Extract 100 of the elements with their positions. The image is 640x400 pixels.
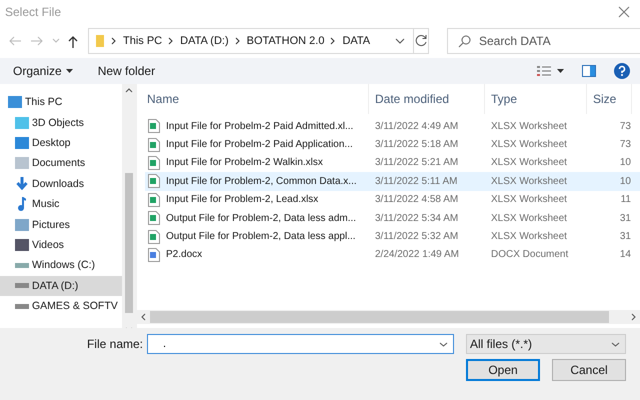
help-icon[interactable]: [614, 63, 630, 79]
view-list-icon[interactable]: [537, 65, 551, 77]
up-arrow-icon[interactable]: [68, 34, 78, 48]
date-cell-text: 3/11/2022 5:11 AM: [374, 176, 458, 187]
sidebar-item[interactable]: Downloads: [0, 174, 122, 194]
column-header[interactable]: Name: [145, 84, 369, 114]
file-name: Input File for Problem-2, Lead.xlsx: [166, 194, 318, 206]
sidebar-item[interactable]: 3D Objects: [0, 112, 122, 133]
preview-pane-icon[interactable]: [582, 65, 596, 77]
file-icon: [148, 138, 160, 152]
search-field[interactable]: Search DATA: [479, 30, 634, 52]
file-row[interactable]: Input File for Probelm-2 Paid Admitted.xl... 3/11/2022 4:49 AM XLSX Worksheet 73: [145, 117, 640, 136]
type-cell-text: XLSX Worksheet: [490, 176, 568, 187]
date-cell-text: 3/11/2022 5:21 AM: [374, 157, 460, 168]
chevron-right-icon: [111, 37, 117, 45]
address-bar[interactable]: This PC DATA (D:) BOTATHON 2.0 DATA: [88, 28, 414, 54]
type-cell-text: XLSX Worksheet: [490, 194, 568, 206]
breadcrumb-item[interactable]: BOTATHON 2.0: [246, 35, 324, 47]
file-name: Input File for Probelm-2 Paid Admitted.xl...: [166, 120, 354, 132]
size-cell-text: 31: [618, 212, 632, 224]
caret-icon[interactable]: [557, 69, 564, 73]
chevron-down-icon: [611, 342, 620, 346]
refresh-icon: [414, 34, 428, 48]
sidebar-item[interactable]: DATA (D:): [0, 276, 122, 296]
file-icon: [148, 174, 160, 188]
sidebar-item[interactable]: Windows (C:): [0, 255, 122, 276]
file-row[interactable]: P2.docx 2/24/2022 1:49 AM DOCX Document 14: [145, 246, 640, 264]
open-button[interactable]: Open: [466, 359, 540, 381]
type-cell-text: XLSX Worksheet: [490, 139, 568, 150]
music-note-icon: [18, 197, 26, 212]
file-icon: [148, 230, 160, 244]
vertical-scrollbar[interactable]: [122, 84, 136, 328]
new-folder-button[interactable]: New folder: [98, 64, 156, 78]
scroll-left-icon[interactable]: [141, 313, 146, 321]
close-icon[interactable]: [618, 6, 630, 18]
date-cell-text: 3/11/2022 5:32 AM: [374, 231, 460, 242]
size-cell-text: 14: [618, 249, 632, 260]
file-icon: [148, 119, 160, 134]
drive-icon: [14, 283, 28, 288]
cancel-button[interactable]: Cancel: [552, 359, 626, 381]
file-row[interactable]: Input File for Problem-2, Lead.xlsx 3/11/2022 4:58 AM XLSX Worksheet 11: [145, 190, 640, 209]
refresh-button[interactable]: [414, 28, 429, 54]
folder-icon: [95, 34, 105, 48]
breadcrumb-item[interactable]: DATA: [342, 35, 370, 47]
sidebar-item[interactable]: Pictures: [0, 214, 122, 235]
sidebar-item[interactable]: Documents: [0, 153, 122, 174]
sidebar-item[interactable]: This PC: [0, 92, 122, 112]
type-cell-text: XLSX Worksheet: [490, 120, 568, 132]
date-cell-text: 3/11/2022 4:49 AM: [374, 120, 460, 132]
size-cell-text: 73: [618, 139, 632, 150]
file-icon: [148, 156, 160, 170]
column-header[interactable]: Size: [587, 84, 632, 114]
download-arrow-icon: [16, 177, 28, 190]
date-cell-text: 2/24/2022 1:49 AM: [374, 249, 460, 260]
date-cell-text: 3/11/2022 5:18 AM: [374, 139, 460, 150]
date-cell-text: 3/11/2022 4:58 AM: [374, 194, 460, 206]
file-row[interactable]: Input File for Probelm-2 Paid Application... 3/11/2022 5:18 AM XLSX Worksheet 73: [145, 135, 640, 154]
breadcrumb-item[interactable]: This PC: [123, 35, 162, 47]
file-name-label: File name:: [86, 337, 143, 351]
sidebar-item[interactable]: GAMES & SOFTV: [0, 296, 122, 316]
file-row[interactable]: Output File for Problem-2, Data less adm... 3/11/2022 5:34 AM XLSX Worksheet 31: [145, 208, 640, 228]
type-cell-text: XLSX Worksheet: [490, 231, 568, 242]
file-icon: [148, 248, 160, 262]
chevron-down-icon[interactable]: [439, 342, 448, 346]
file-name: P2.docx: [166, 249, 202, 260]
size-cell-text: 10: [618, 176, 632, 187]
file-row[interactable]: Output File for Problem-2, Data less appl... 3/11/2022 5:32 AM XLSX Worksheet 31: [145, 227, 640, 246]
column-header[interactable]: Type: [485, 84, 587, 114]
file-row[interactable]: Input File for Problem-2, Common Data.x... 3/11/2022 5:11 AM XLSX Worksheet 10: [145, 172, 640, 191]
scroll-up-icon[interactable]: [125, 88, 133, 93]
file-name-field[interactable]: .: [153, 335, 439, 353]
file-name: Output File for Problem-2, Data less appl...: [166, 231, 356, 242]
drive-icon: [14, 304, 28, 309]
file-name: Input File for Problem-2, Common Data.x...: [166, 176, 357, 187]
caret-icon: [66, 69, 73, 73]
search-field[interactable]: Search DATA: [447, 28, 640, 54]
column-header[interactable]: Date modified: [369, 84, 485, 114]
chevron-right-icon: [168, 37, 174, 45]
file-type-dropdown[interactable]: All files (*.*): [466, 334, 626, 354]
horizontal-scrollbar[interactable]: [137, 310, 640, 324]
size-cell-text: 31: [618, 231, 632, 242]
size-cell-text: 11: [620, 194, 632, 206]
file-name: Output File for Problem-2, Data less adm...: [166, 212, 356, 224]
sidebar-item[interactable]: Music: [0, 194, 122, 214]
scroll-right-icon[interactable]: [631, 313, 636, 321]
sidebar-item[interactable]: Videos: [0, 234, 122, 256]
type-cell-text: XLSX Worksheet: [490, 157, 568, 168]
date-cell-text: 3/11/2022 5:34 AM: [374, 212, 460, 224]
file-row[interactable]: Input File for Probelm-2 Walkin.xlsx 3/11/2022 5:21 AM XLSX Worksheet 10: [145, 154, 640, 172]
organize-menu[interactable]: Organize: [13, 64, 73, 78]
breadcrumb-item[interactable]: DATA (D:): [180, 35, 229, 47]
file-name-field[interactable]: .: [147, 334, 454, 354]
size-cell-text: 10: [618, 157, 632, 168]
sidebar-item[interactable]: Desktop: [0, 132, 122, 154]
search-icon: [458, 34, 471, 48]
drive-icon: [14, 262, 28, 268]
file-name: Input File for Probelm-2 Paid Application...: [166, 139, 353, 150]
size-cell-text: 73: [618, 120, 632, 132]
type-cell-text: XLSX Worksheet: [490, 212, 568, 224]
chevron-down-icon[interactable]: [395, 38, 405, 44]
